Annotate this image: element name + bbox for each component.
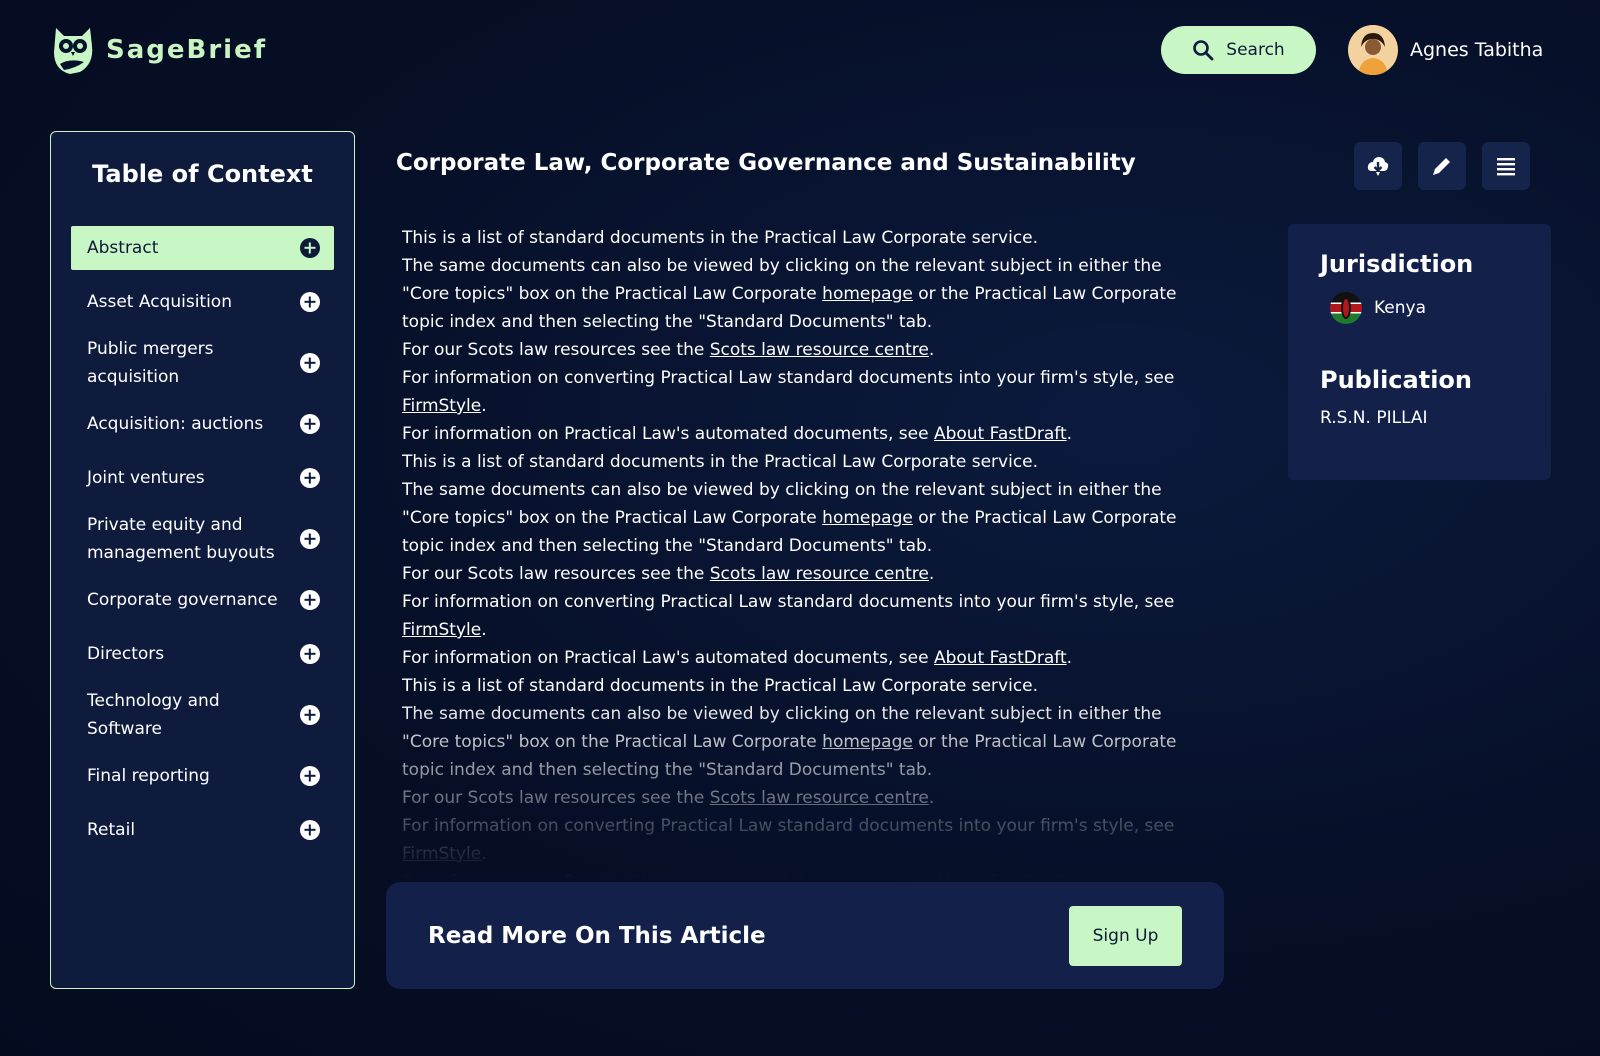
toc-item-label: Joint ventures xyxy=(87,468,205,488)
download-button[interactable] xyxy=(1354,142,1402,190)
menu-icon xyxy=(1497,158,1515,176)
article-paragraph: For information on Practical Law's autom… xyxy=(402,424,1073,444)
edit-button[interactable] xyxy=(1418,142,1466,190)
toc-item-asset-acquisition[interactable]: Asset Acquisition xyxy=(71,280,334,324)
plus-circle-icon[interactable] xyxy=(300,414,320,434)
user-menu[interactable]: Agnes Tabitha xyxy=(1348,25,1543,75)
firmstyle-link[interactable]: FirmStyle xyxy=(402,620,481,640)
firmstyle-link[interactable]: FirmStyle xyxy=(402,844,481,864)
publication-value: R.S.N. PILLAI xyxy=(1320,408,1428,428)
fastdraft-link[interactable]: About FastDraft xyxy=(934,872,1067,879)
search-button[interactable]: Search xyxy=(1161,26,1316,74)
homepage-link[interactable]: homepage xyxy=(822,508,913,528)
article-paragraph: For information on Practical Law's autom… xyxy=(402,868,1202,879)
toc-item-final-reporting[interactable]: Final reporting xyxy=(71,754,334,798)
kenya-flag-icon xyxy=(1330,292,1362,324)
article-paragraph: The same documents can also be viewed by… xyxy=(402,256,1177,332)
article-paragraph: This is a list of standard documents in … xyxy=(402,452,1039,472)
scots-law-link[interactable]: Scots law resource centre xyxy=(710,564,929,584)
plus-circle-icon[interactable] xyxy=(300,238,320,258)
scots-law-link[interactable]: Scots law resource centre xyxy=(710,340,929,360)
download-icon xyxy=(1367,157,1389,176)
plus-circle-icon[interactable] xyxy=(300,468,320,488)
avatar xyxy=(1348,25,1398,75)
article-paragraph: The same documents can also be viewed by… xyxy=(402,704,1177,780)
toc-title: Table of Context xyxy=(92,160,313,188)
toc-item-joint-ventures[interactable]: Joint ventures xyxy=(71,456,334,500)
homepage-link[interactable]: homepage xyxy=(822,732,913,752)
read-more-banner: Read More On This Article Sign Up xyxy=(386,882,1224,989)
toc-item-label: Acquisition: auctions xyxy=(87,414,264,434)
toc-item-label: Retail xyxy=(87,820,136,840)
article-paragraph: For information on converting Practical … xyxy=(402,816,1175,864)
fastdraft-link[interactable]: About FastDraft xyxy=(934,424,1067,444)
toc-item-label: Directors xyxy=(87,644,165,664)
article-paragraph: For our Scots law resources see the Scot… xyxy=(402,564,935,584)
toc-item-directors[interactable]: Directors xyxy=(71,632,334,676)
article-paragraph: For information on converting Practical … xyxy=(402,368,1175,416)
firmstyle-link[interactable]: FirmStyle xyxy=(402,396,481,416)
plus-circle-icon[interactable] xyxy=(300,820,320,840)
article-paragraph: For information on converting Practical … xyxy=(402,592,1175,640)
toc-item-acquisition-auctions[interactable]: Acquisition: auctions xyxy=(71,402,334,446)
toc-item-label: Abstract xyxy=(87,238,159,258)
plus-circle-icon[interactable] xyxy=(300,590,320,610)
toc-item-label: Public mergers acquisition xyxy=(87,339,214,387)
jurisdiction-heading: Jurisdiction xyxy=(1320,250,1474,278)
brand-logo[interactable]: SageBrief xyxy=(50,24,267,76)
owl-logo-icon xyxy=(54,28,93,74)
search-button-label: Search xyxy=(1226,40,1285,60)
search-icon xyxy=(1193,40,1214,61)
fastdraft-link[interactable]: About FastDraft xyxy=(934,648,1067,668)
jurisdiction-value: Kenya xyxy=(1374,298,1427,318)
plus-circle-icon[interactable] xyxy=(300,705,320,725)
article-body: This is a list of standard documents in … xyxy=(402,224,1202,879)
plus-circle-icon[interactable] xyxy=(300,353,320,373)
plus-circle-icon[interactable] xyxy=(300,644,320,664)
toc-item-public-mergers-acquisition[interactable]: Public mergers acquisition xyxy=(71,334,334,392)
toc-item-label: Technology and Software xyxy=(87,691,220,739)
toc-item-label: Final reporting xyxy=(87,766,210,786)
page: SageBrief Search Agnes Tabitha Table of … xyxy=(0,0,1600,1056)
publication-heading: Publication xyxy=(1320,366,1473,394)
toc-item-label: Corporate governance xyxy=(87,590,278,610)
article-paragraph: This is a list of standard documents in … xyxy=(402,228,1039,248)
read-more-title: Read More On This Article xyxy=(428,922,766,949)
toc-list: Abstract Asset Acquisition Public merger… xyxy=(51,226,354,852)
article-paragraph: For our Scots law resources see the Scot… xyxy=(402,340,935,360)
toc-item-abstract[interactable]: Abstract xyxy=(71,226,334,270)
plus-circle-icon[interactable] xyxy=(300,529,320,549)
table-of-context-panel: Table of Context Abstract Asset Acquisit… xyxy=(50,131,355,989)
homepage-link[interactable]: homepage xyxy=(822,284,913,304)
edit-icon xyxy=(1433,158,1450,175)
plus-circle-icon[interactable] xyxy=(300,292,320,312)
jurisdiction-row: Kenya xyxy=(1330,292,1519,324)
plus-circle-icon[interactable] xyxy=(300,766,320,786)
toc-item-label: Asset Acquisition xyxy=(87,292,232,312)
article-info-card: Jurisdiction Kenya Publication R.S.N. PI… xyxy=(1288,224,1551,480)
toc-item-private-equity[interactable]: Private equity and management buyouts xyxy=(71,510,334,568)
article-paragraph: For our Scots law resources see the Scot… xyxy=(402,788,935,808)
article-title: Corporate Law, Corporate Governance and … xyxy=(396,150,1136,176)
article-paragraph: For information on Practical Law's autom… xyxy=(402,648,1073,668)
scots-law-link[interactable]: Scots law resource centre xyxy=(710,788,929,808)
user-name: Agnes Tabitha xyxy=(1410,39,1544,61)
article-toolbar xyxy=(1354,142,1530,190)
sign-up-button[interactable]: Sign Up xyxy=(1069,905,1182,966)
toc-item-corporate-governance[interactable]: Corporate governance xyxy=(71,578,334,622)
toc-item-label: Private equity and management buyouts xyxy=(87,515,275,563)
menu-button[interactable] xyxy=(1482,142,1530,190)
article-paragraph: This is a list of standard documents in … xyxy=(402,676,1039,696)
toc-item-retail[interactable]: Retail xyxy=(71,808,334,852)
brand-name: SageBrief xyxy=(106,35,268,65)
article-paragraph: The same documents can also be viewed by… xyxy=(402,480,1177,556)
toc-item-technology-software[interactable]: Technology and Software xyxy=(71,686,334,744)
